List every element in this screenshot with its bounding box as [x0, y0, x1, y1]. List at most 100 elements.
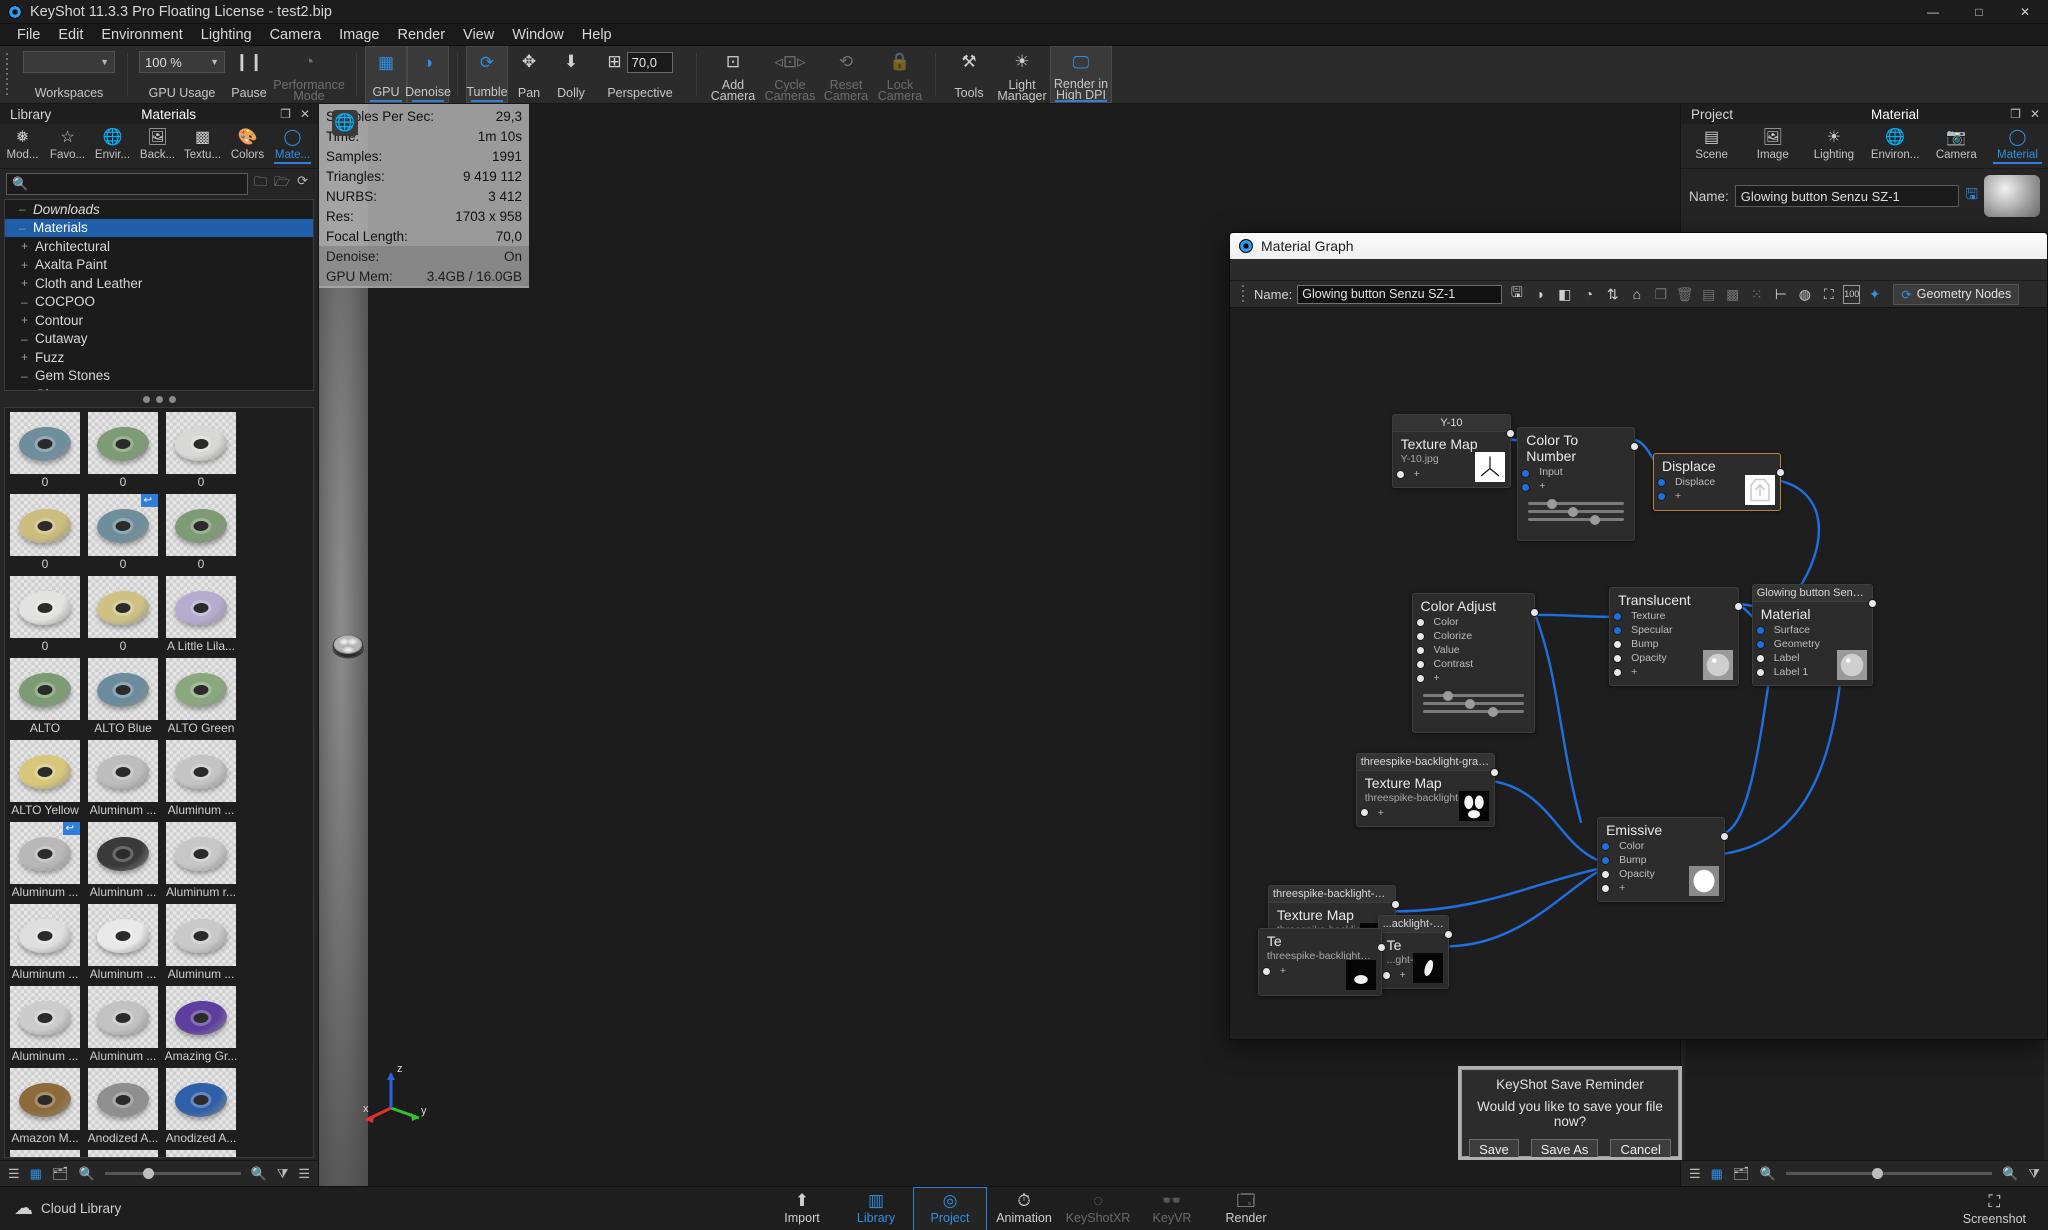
material-thumbnail[interactable] — [88, 822, 158, 884]
library-tab-mod[interactable]: ❅ Mod... — [0, 127, 45, 161]
material-thumbnail[interactable] — [88, 412, 158, 474]
material-thumbnail[interactable] — [88, 1068, 158, 1130]
node-output-pin[interactable] — [1390, 899, 1400, 909]
dot-1[interactable] — [142, 395, 150, 403]
project-tab-scene[interactable]: ▤ Scene — [1681, 127, 1742, 161]
material-grid-item[interactable]: 0 — [9, 494, 81, 572]
gpu-button[interactable]: ▦ GPU — [365, 46, 407, 103]
material-sphere-icon[interactable]: ◗ — [1531, 285, 1550, 304]
tree-item-cloth-and-leather[interactable]: + Cloth and Leather — [5, 274, 313, 293]
material-thumbnail[interactable] — [166, 1068, 236, 1130]
library-tab-mate[interactable]: ◯ Mate... — [270, 127, 315, 164]
cancel-button[interactable]: Cancel — [1610, 1139, 1671, 1160]
material-grid-item[interactable]: 0 — [87, 412, 159, 490]
material-thumbnail[interactable] — [88, 658, 158, 720]
toolbar-grip[interactable] — [1238, 284, 1247, 304]
perspective-control[interactable]: ⊞ 70,0 Perspective — [592, 46, 688, 103]
expander-icon[interactable]: – — [21, 369, 35, 383]
library-folder-tree[interactable]: – Downloads – Materials + Architectural + Axalt… — [4, 199, 314, 391]
graph-node-displace[interactable]: Displace Displace + — [1652, 453, 1785, 511]
tree-view-icon[interactable]: 🗂 — [52, 1166, 69, 1182]
dot-3[interactable] — [168, 395, 176, 403]
project-tab-material[interactable]: ◯ Material — [1987, 127, 2048, 164]
expander-icon[interactable]: + — [21, 276, 35, 290]
environment-globe-icon[interactable]: 🌐 — [332, 110, 358, 136]
material-grid-item[interactable]: Amazing Gr... — [165, 986, 237, 1064]
cloud-library-button[interactable]: ☁ Cloud Library — [0, 1197, 121, 1220]
grid-view-icon[interactable]: ▦ — [30, 1166, 42, 1182]
node-port-color[interactable]: Color — [1598, 839, 1724, 853]
library-tab-favo[interactable]: ☆ Favo... — [45, 127, 90, 161]
menu-item-file[interactable]: File — [8, 25, 49, 45]
node-output-pin[interactable] — [1444, 930, 1454, 940]
material-grid-item[interactable]: 0 — [87, 576, 159, 654]
node-slider[interactable] — [1422, 698, 1525, 709]
gpu-usage-control[interactable]: 100 % ▼ GPU Usage — [136, 46, 228, 103]
tree-item-gem-stones[interactable]: – Gem Stones — [5, 367, 313, 386]
tools-button[interactable]: ⚒ Tools — [944, 46, 994, 103]
save-as-button[interactable]: Save As — [1530, 1139, 1599, 1160]
graph-node-tex-gradient[interactable]: threespike-backlight-gradiant... Texture … — [1355, 752, 1500, 827]
undock-icon[interactable]: ❐ — [280, 107, 291, 121]
node-port-colorize[interactable]: Colorize — [1413, 629, 1535, 643]
node-output-pin[interactable] — [1530, 608, 1540, 618]
material-thumbnail[interactable] — [10, 494, 80, 556]
material-grid-item[interactable]: ↩ Aluminum ... — [9, 822, 81, 900]
graph-node-color-adjust[interactable]: Color Adjust Color Colorize Value Contrast + — [1411, 593, 1540, 734]
menu-item-help[interactable]: Help — [573, 25, 621, 45]
bottom-nav-project[interactable]: ◎ Project — [913, 1186, 987, 1230]
material-name-input[interactable]: Glowing button Senzu SZ-1 — [1734, 185, 1960, 207]
material-thumbnail[interactable] — [10, 576, 80, 638]
node-output-pin[interactable] — [1733, 602, 1743, 611]
material-thumbnail-grid[interactable]: 0 0 0 0 ↩ 0 0 0 0 A Little Lila... ALTO ALTO Blue AL… — [4, 407, 314, 1158]
expander-icon[interactable]: + — [21, 239, 35, 253]
lock-camera-button[interactable]: 🔒 Lock Camera — [873, 46, 927, 103]
add-folder-icon[interactable]: 🗀 — [254, 173, 267, 195]
render-hidpi-button[interactable]: 🖵 Render in High DPI — [1050, 46, 1112, 103]
tab-project[interactable]: Project — [1681, 107, 1743, 122]
material-grid-item[interactable]: Anodized A... — [165, 1068, 237, 1146]
tumble-button[interactable]: ⟳ Tumble — [466, 46, 508, 103]
material-grid-item[interactable]: Aluminum ... — [165, 904, 237, 982]
node-port-[interactable]: + — [1518, 479, 1634, 493]
material-thumbnail[interactable] — [166, 412, 236, 474]
material-grid-item[interactable]: Anodized A... — [165, 1150, 237, 1157]
menu-item-window[interactable]: Window — [503, 25, 573, 45]
node-slider[interactable] — [1528, 514, 1624, 525]
material-thumbnail[interactable] — [166, 658, 236, 720]
material-grid-item[interactable]: 0 — [9, 576, 81, 654]
expander-icon[interactable]: + — [21, 258, 35, 272]
toolbar-grip[interactable] — [2, 52, 11, 97]
workspace-dropdown[interactable]: ▼ — [23, 51, 115, 73]
pan-button[interactable]: ✥ Pan — [508, 46, 550, 103]
bottom-nav-library[interactable]: ▥ Library — [839, 1187, 913, 1230]
material-thumbnail[interactable] — [10, 904, 80, 966]
node-slider[interactable] — [1528, 498, 1624, 509]
bottom-nav-keyshotxr[interactable]: ◌ KeyShotXR — [1061, 1187, 1135, 1230]
material-thumbnail[interactable] — [166, 822, 236, 884]
graph-node-tex-nr3[interactable]: Tethreespike-backlight-NR3.png+ — [1257, 927, 1386, 996]
material-grid-item[interactable]: Anodized A... — [87, 1150, 159, 1157]
node-port-bump[interactable]: Bump — [1598, 853, 1724, 867]
frame-icon[interactable]: ⛶ — [1819, 285, 1838, 304]
workspaces-control[interactable]: ▼ Workspaces — [19, 46, 119, 103]
reset-camera-button[interactable]: ⟲ Reset Camera — [819, 46, 873, 103]
performance-mode-button[interactable]: ◔ Performance Mode — [270, 46, 348, 103]
node-port-bump[interactable]: Bump — [1610, 637, 1738, 651]
grid-layout-icon[interactable]: ▩ — [1723, 285, 1742, 304]
tree-item-axalta-paint[interactable]: + Axalta Paint — [5, 256, 313, 275]
material-grid-item[interactable]: ALTO Blue — [87, 658, 159, 736]
thumbnail-size-slider[interactable] — [1785, 1168, 1993, 1179]
node-port-input[interactable]: Input — [1518, 465, 1634, 479]
menu-item-view[interactable]: View — [454, 25, 503, 45]
bottom-nav-animation[interactable]: ⏱ Animation — [987, 1187, 1061, 1230]
material-grid-item[interactable]: ALTO Yellow — [9, 740, 81, 818]
material-grid-item[interactable]: A Little Lila... — [165, 576, 237, 654]
material-thumbnail[interactable]: ↩ — [10, 822, 80, 884]
bottom-nav-import[interactable]: ⬆ Import — [765, 1187, 839, 1230]
filter-icon[interactable]: ⧩ — [2028, 1166, 2040, 1182]
close-icon[interactable]: ✕ — [2030, 107, 2040, 121]
material-thumbnail[interactable] — [88, 740, 158, 802]
open-folder-icon[interactable]: 🗁 — [274, 173, 290, 195]
settings-sliders-icon[interactable]: ⇅ — [1603, 285, 1622, 304]
